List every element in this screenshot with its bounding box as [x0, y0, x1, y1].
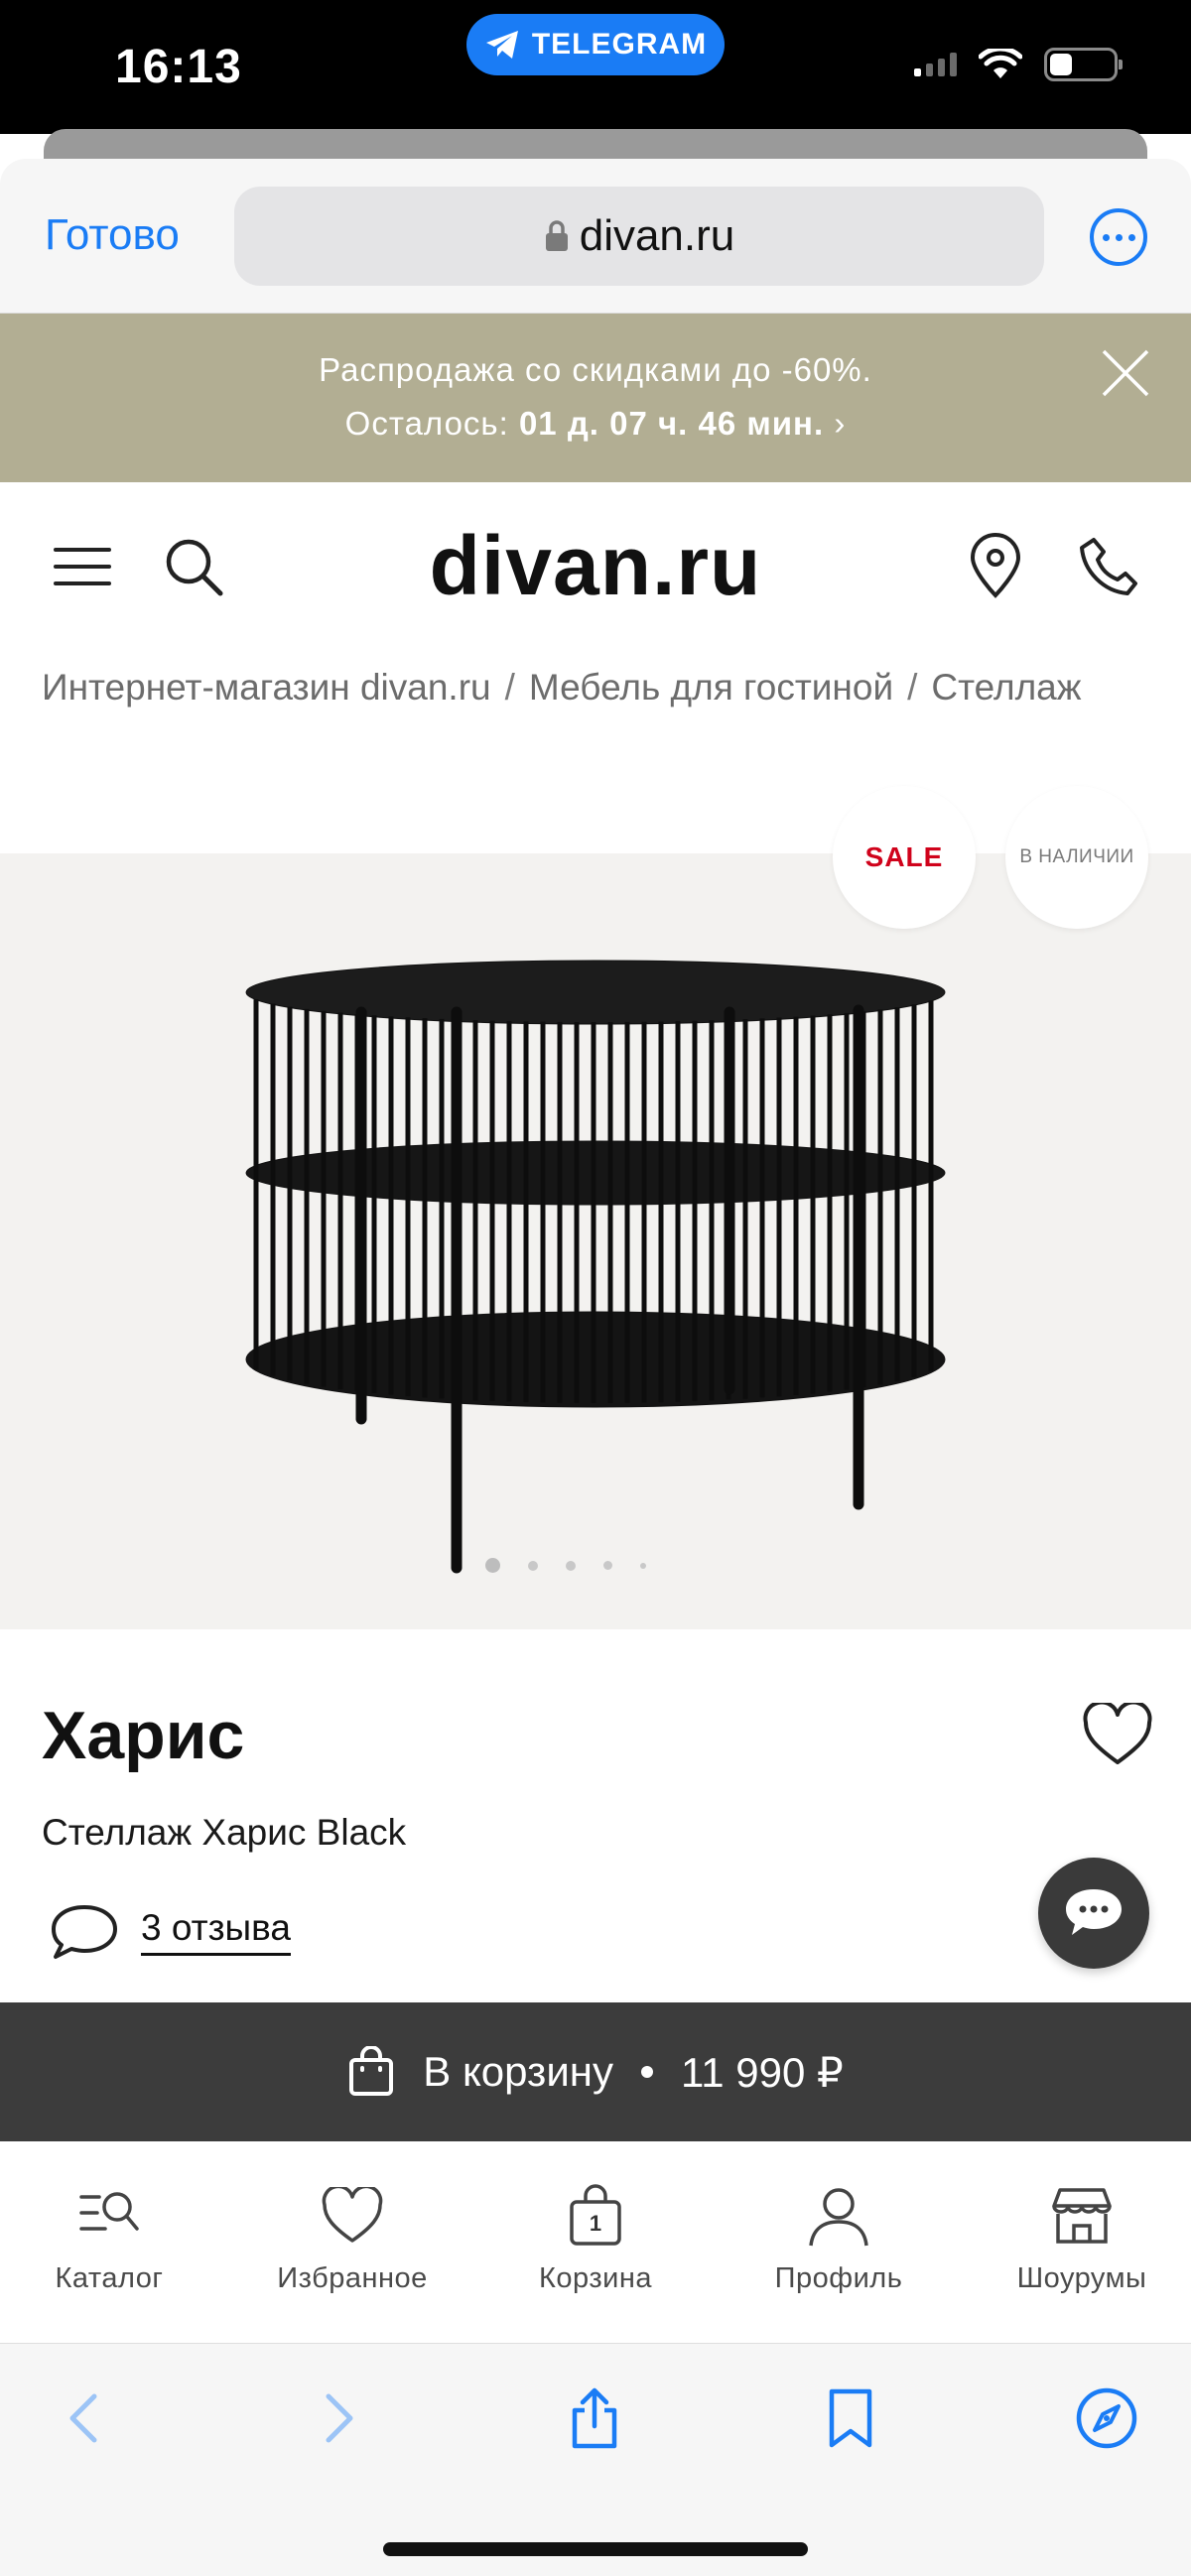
telegram-icon: [485, 31, 518, 59]
bookmark-icon: [829, 2388, 872, 2448]
tab-profile[interactable]: Профиль: [739, 2181, 938, 2295]
browser-toolbar: [0, 2344, 1191, 2576]
promo-banner[interactable]: Распродажа со скидками до -60%. Осталось…: [0, 314, 1191, 482]
cart-count-badge: 1: [589, 2211, 602, 2236]
home-indicator: [383, 2542, 808, 2556]
reviews-count: 3 отзыва: [141, 1907, 291, 1956]
add-to-cart-label: В корзину: [423, 2048, 613, 2095]
location-pin-icon[interactable]: [961, 532, 1030, 601]
tab-showrooms[interactable]: Шоурумы: [983, 2181, 1181, 2295]
in-app-browser-bar: Готово divan.ru: [0, 159, 1191, 314]
promo-text: Распродажа со скидками до -60%.: [319, 351, 872, 388]
open-in-safari-button[interactable]: [1072, 2383, 1141, 2453]
tab-favorites[interactable]: Избранное: [253, 2181, 452, 2295]
pagination-dot[interactable]: [528, 1560, 538, 1571]
breadcrumb-item-shelving[interactable]: Стеллаж: [931, 667, 1081, 708]
product-title: Харис: [42, 1698, 245, 1773]
product-subtitle: Стеллаж Харис Black: [42, 1812, 407, 1853]
add-to-cart-button[interactable]: В корзину 11 990 ₽: [0, 2002, 1191, 2141]
product-price: 11 990 ₽: [680, 2048, 844, 2096]
shopping-bag-icon: [349, 2046, 394, 2096]
site-tab-bar: Каталог Избранное 1 Корзина Профиль Шоур…: [0, 2141, 1191, 2344]
wifi-icon: [979, 49, 1022, 78]
forward-button[interactable]: [304, 2383, 373, 2453]
url-text: divan.ru: [579, 211, 735, 260]
product-image[interactable]: [228, 893, 963, 1588]
tab-label: Избранное: [277, 2262, 428, 2294]
cellular-signal-icon: [914, 53, 957, 76]
pagination-dot-active[interactable]: [485, 1558, 500, 1573]
breadcrumb-item-living-room[interactable]: Мебель для гостиной: [529, 667, 893, 708]
comment-icon: [52, 1905, 117, 1959]
pagination-dot[interactable]: [640, 1562, 646, 1569]
breadcrumb: Интернет-магазин divan.ru / Мебель для гос…: [42, 667, 1082, 708]
heart-icon: [322, 2187, 383, 2243]
tab-label: Каталог: [55, 2262, 164, 2294]
site-header: divan.ru: [0, 482, 1191, 645]
tab-label: Корзина: [539, 2262, 652, 2294]
tab-catalog[interactable]: Каталог: [10, 2181, 208, 2295]
chevron-right-icon: [326, 2393, 353, 2443]
store-icon: [1052, 2188, 1112, 2244]
promo-countdown-prefix: Осталось:: [344, 405, 509, 442]
done-button[interactable]: Готово: [45, 210, 180, 260]
chevron-left-icon: [69, 2393, 97, 2443]
telegram-return-pill[interactable]: TELEGRAM: [466, 14, 725, 75]
separator-dot: [640, 2066, 653, 2078]
gallery-pagination: [0, 1558, 1161, 1573]
pagination-dot[interactable]: [603, 1561, 612, 1570]
chevron-right-icon: ›: [834, 405, 847, 442]
favorite-heart-icon[interactable]: [1082, 1703, 1153, 1768]
back-button[interactable]: [50, 2383, 119, 2453]
share-button[interactable]: [560, 2383, 629, 2453]
share-icon: [572, 2387, 617, 2449]
battery-icon: [1044, 48, 1123, 81]
close-icon[interactable]: [1100, 347, 1151, 399]
in-stock-badge: В НАЛИЧИИ: [1005, 786, 1148, 929]
status-time: 16:13: [115, 41, 242, 93]
pagination-dot[interactable]: [566, 1560, 576, 1571]
catalog-search-icon: [79, 2192, 139, 2231]
reviews-link[interactable]: 3 отзыва: [50, 1901, 291, 1961]
status-indicators: [914, 48, 1123, 81]
bookmarks-button[interactable]: [816, 2383, 885, 2453]
url-field[interactable]: divan.ru: [234, 187, 1044, 286]
chat-bubble-icon: [1066, 1889, 1122, 1935]
tab-cart[interactable]: 1 Корзина: [496, 2181, 695, 2295]
tab-label: Шоурумы: [1016, 2262, 1147, 2294]
breadcrumb-item-home[interactable]: Интернет-магазин divan.ru: [42, 667, 491, 708]
compass-icon: [1076, 2387, 1137, 2449]
user-icon: [809, 2188, 868, 2247]
tab-label: Профиль: [774, 2262, 903, 2294]
promo-countdown-line: Осталось: 01 д. 07 ч. 46 мин. ›: [0, 405, 1191, 443]
promo-countdown: 01 д. 07 ч. 46 мин.: [518, 405, 825, 442]
chat-button[interactable]: [1038, 1858, 1149, 1969]
status-bar: 16:13 TELEGRAM: [0, 0, 1191, 134]
lock-icon: [545, 220, 568, 251]
telegram-pill-label: TELEGRAM: [531, 28, 708, 61]
phone-icon[interactable]: [1074, 532, 1143, 601]
more-options-button[interactable]: [1090, 208, 1147, 266]
